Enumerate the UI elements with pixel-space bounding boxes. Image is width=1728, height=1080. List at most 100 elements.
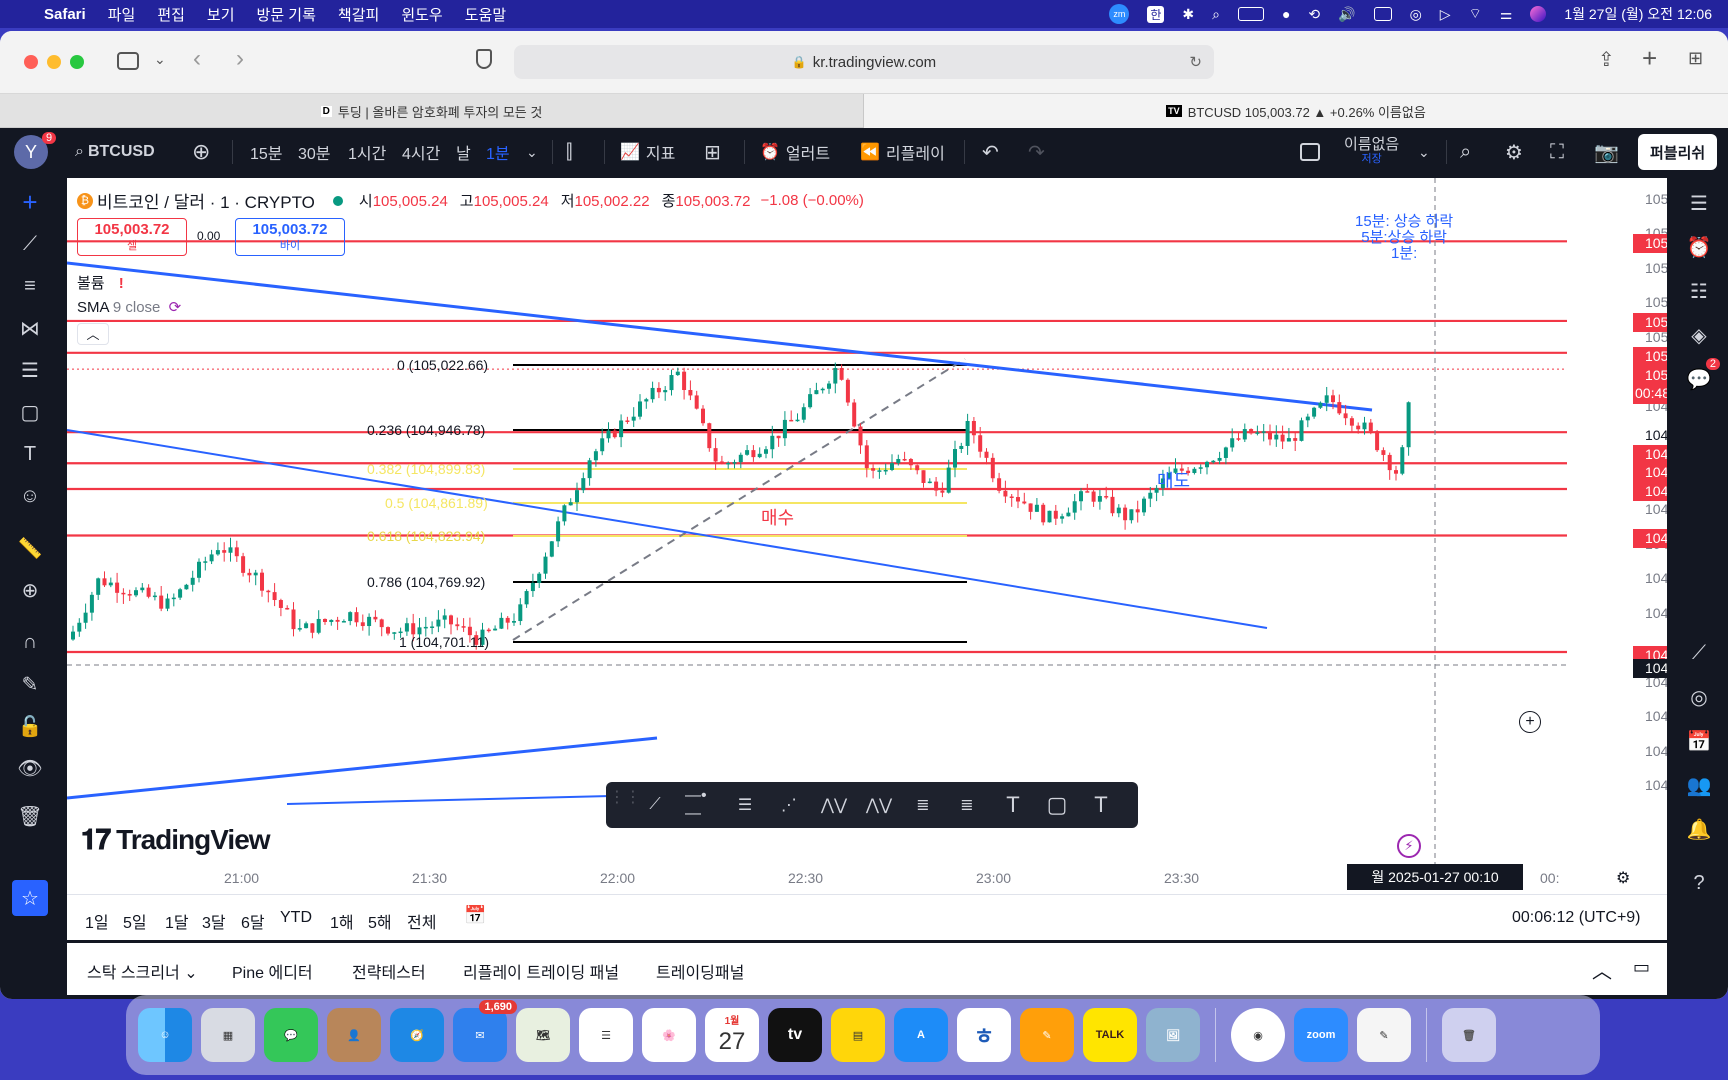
candle-type-icon[interactable]: ⫿: [566, 128, 572, 176]
menu-edit[interactable]: 편집: [157, 4, 185, 25]
ray-tool-icon[interactable]: —•—: [685, 787, 715, 822]
minimize-button[interactable]: [47, 55, 61, 69]
range-6m[interactable]: 6달: [241, 909, 265, 933]
interval-4h[interactable]: 4시간: [402, 128, 440, 176]
sidebar-icon[interactable]: [117, 52, 139, 70]
maximize-panel-icon[interactable]: ▭: [1633, 957, 1650, 978]
eye-icon[interactable]: 👁: [16, 754, 44, 782]
collapse-legend-button[interactable]: ︿: [77, 323, 109, 345]
mail-icon[interactable]: ✉ 1,690: [453, 1000, 517, 1062]
zoom-in-icon[interactable]: ⊕: [16, 576, 44, 604]
menu-bookmarks[interactable]: 책갈피: [338, 4, 379, 25]
replay-button[interactable]: ⏪ 리플레이: [860, 128, 945, 176]
pitchfork-icon[interactable]: ⋰: [774, 790, 804, 820]
text-tool-icon[interactable]: T: [16, 440, 44, 468]
utc-clock[interactable]: 00:06:12 (UTC+9): [1512, 909, 1641, 927]
play-icon[interactable]: ▷: [1440, 6, 1451, 23]
calendar-icon[interactable]: 1월 27: [705, 1008, 759, 1062]
quick-search-icon[interactable]: ⌕: [1460, 128, 1471, 176]
interval-1m-active[interactable]: 1분: [486, 128, 510, 176]
safari-icon[interactable]: 🧭: [390, 1008, 444, 1062]
back-icon[interactable]: ‹: [193, 45, 201, 73]
close-button[interactable]: [24, 55, 38, 69]
price-range-icon[interactable]: ≣: [908, 790, 938, 820]
reload-icon[interactable]: ↻: [1189, 53, 1202, 71]
range-3m[interactable]: 3달: [202, 909, 226, 933]
interval-30m[interactable]: 30분: [298, 128, 331, 176]
shield-icon[interactable]: [476, 49, 492, 69]
shape-rect-icon[interactable]: ▢: [16, 398, 44, 426]
layout-name[interactable]: 이름없음 저장: [1344, 128, 1399, 176]
notification-icon[interactable]: ●: [1282, 6, 1290, 22]
fib-levels-icon[interactable]: ≡: [16, 272, 44, 300]
menu-history[interactable]: 방문 기록: [257, 4, 316, 25]
maps-icon[interactable]: 🗺: [516, 1008, 570, 1062]
tab-tooding[interactable]: D 투딩 | 올바른 암호화폐 투자의 모든 것: [0, 94, 864, 128]
trendline-tool-icon[interactable]: ⟋: [640, 790, 670, 820]
forward-icon[interactable]: ›: [236, 45, 244, 73]
drag-handle-icon[interactable]: ⋮⋮: [609, 782, 641, 812]
fullscreen-icon[interactable]: ⛶: [1550, 128, 1564, 176]
tab-replay-panel[interactable]: 리플레이 트레이딩 패널: [463, 959, 619, 983]
preview-icon[interactable]: 🖼: [1146, 1008, 1200, 1062]
airdrop-icon[interactable]: ◎: [1410, 6, 1422, 23]
abc-pattern-icon[interactable]: ⋀⋁: [864, 790, 894, 820]
watchlist-icon[interactable]: ☰: [1684, 188, 1714, 218]
photos-icon[interactable]: 🌸: [642, 1008, 696, 1062]
interval-15m[interactable]: 15분: [250, 128, 283, 176]
volume-indicator[interactable]: 볼륨 !: [77, 272, 124, 293]
chrome-icon[interactable]: ◉: [1231, 1008, 1285, 1062]
range-1d[interactable]: 1일: [85, 909, 109, 933]
bell-icon[interactable]: 🔔: [1684, 814, 1714, 844]
chat-icon[interactable]: 💬 2: [1684, 358, 1720, 394]
tab-tradingview[interactable]: TV BTCUSD 105,003.72 ▲ +0.26% 이름없음: [864, 94, 1728, 128]
buy-annotation[interactable]: 매수: [761, 504, 794, 530]
bluetooth-icon[interactable]: ✱: [1182, 6, 1194, 23]
control-center-icon[interactable]: ⚌: [1500, 6, 1513, 23]
lock-icon[interactable]: 🔓: [16, 712, 44, 740]
people-icon[interactable]: 👥: [1684, 770, 1714, 800]
sell-button[interactable]: 105,003.72 셀: [77, 218, 187, 256]
launchpad-icon[interactable]: ▦: [201, 1008, 255, 1062]
settings-gear-icon[interactable]: ⚙: [1505, 128, 1523, 176]
kakaotalk-icon[interactable]: TALK: [1083, 1008, 1137, 1062]
symbol-search[interactable]: ⌕ BTCUSD: [75, 128, 155, 176]
battery-icon[interactable]: [1237, 7, 1264, 21]
elliott-wave-icon[interactable]: ⋀⋁: [819, 790, 849, 820]
projection-icon[interactable]: ☰: [16, 356, 44, 384]
sell-annotation[interactable]: 매도: [1157, 467, 1190, 493]
zoom-icon[interactable]: zm: [1109, 4, 1130, 24]
layout-square-icon[interactable]: [1300, 128, 1320, 176]
ruler-icon[interactable]: 📏: [16, 534, 44, 562]
tab-trading-panel[interactable]: 트레이딩패널: [656, 959, 744, 983]
parallel-channel-icon[interactable]: ☰: [730, 790, 760, 820]
indicators-button[interactable]: 📈 지표: [620, 128, 675, 176]
chevron-down-icon[interactable]: ⌄: [1418, 128, 1430, 176]
textedit-icon[interactable]: ✎: [1357, 1008, 1411, 1062]
sma-indicator[interactable]: SMA 9 close ⟳: [77, 298, 181, 316]
tab-overview-icon[interactable]: ⊞: [1688, 48, 1703, 69]
compare-add-icon[interactable]: ⊕: [192, 128, 210, 176]
alert-button[interactable]: ⏰ 얼러트: [760, 128, 830, 176]
trash-icon[interactable]: 🗑: [16, 802, 44, 830]
menu-view[interactable]: 보기: [207, 4, 235, 25]
range-ytd[interactable]: YTD: [280, 909, 312, 927]
anchored-text-icon[interactable]: T: [1086, 790, 1116, 820]
publish-button[interactable]: 퍼블리쉬: [1638, 134, 1718, 170]
finder-icon[interactable]: ☺: [138, 1008, 192, 1062]
appstore-icon[interactable]: A: [894, 1008, 948, 1062]
target-icon[interactable]: ◎: [1684, 682, 1714, 712]
undo-icon[interactable]: ↶: [982, 128, 999, 176]
chart-tool-icon[interactable]: ⟋: [1684, 638, 1714, 668]
chevron-up-icon[interactable]: ︿: [1592, 955, 1612, 984]
tab-pine-editor[interactable]: Pine 에디터: [232, 959, 313, 983]
data-window-icon[interactable]: ☷: [1684, 276, 1714, 306]
menu-file[interactable]: 파일: [108, 4, 136, 25]
zoom-app-icon[interactable]: zoom: [1294, 1008, 1348, 1062]
volume-icon[interactable]: 🔊: [1338, 6, 1355, 23]
notes-icon[interactable]: ▤: [831, 1008, 885, 1062]
date-range-icon[interactable]: ≣: [952, 790, 982, 820]
chevron-down-icon[interactable]: ⌄: [526, 128, 538, 176]
lightning-icon[interactable]: ⚡: [1397, 834, 1421, 858]
text-icon[interactable]: T: [998, 790, 1028, 820]
